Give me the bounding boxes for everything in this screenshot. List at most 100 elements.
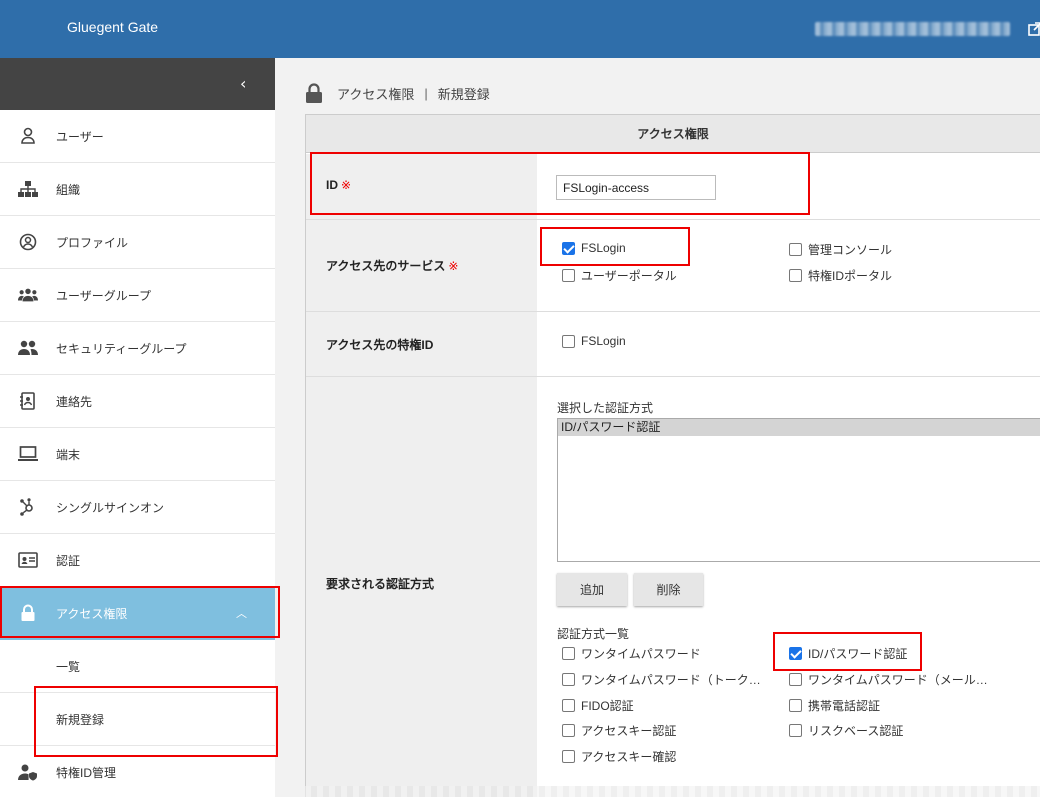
checkbox[interactable] <box>789 699 802 712</box>
add-button[interactable]: 追加 <box>557 573 627 606</box>
service-checkbox-user-portal[interactable]: ユーザーポータル <box>562 267 677 284</box>
sidebar-item-label: 特権ID管理 <box>56 765 117 780</box>
checkbox-label: ユーザーポータル <box>581 269 677 283</box>
checkbox-label: ワンタイムパスワード <box>581 647 701 661</box>
external-link-icon[interactable] <box>1027 21 1040 37</box>
checkbox[interactable] <box>562 673 575 686</box>
sidebar-item-user-groups[interactable]: ユーザーグループ <box>0 269 275 322</box>
sidebar-item-label: 端末 <box>56 447 81 462</box>
sidebar-item-label: プロファイル <box>56 235 129 250</box>
masked-user-name[interactable] <box>815 22 1010 36</box>
priv-ids-label: アクセス先の特権ID <box>326 338 434 352</box>
sidebar-item-contacts[interactable]: 連絡先 <box>0 375 275 428</box>
breadcrumb-current: 新規登録 <box>437 86 490 102</box>
sidebar-item-label: 組織 <box>56 182 81 197</box>
hub-icon <box>18 497 38 517</box>
checkbox[interactable] <box>789 724 802 737</box>
id-label: ID ※ <box>326 178 351 192</box>
user-shield-icon <box>18 762 38 782</box>
method-checkbox-access-key-confirm[interactable]: アクセスキー確認 <box>562 748 676 765</box>
selected-methods-label: 選択した認証方式 <box>557 401 654 415</box>
checkbox[interactable] <box>562 647 575 660</box>
sidebar: ‹ ユーザー 組織 プロファイル ユーザーグループ セキュリティーグループ 連絡… <box>0 58 275 797</box>
lock-icon <box>306 83 322 103</box>
sidebar-item-access-new[interactable]: 新規登録 <box>0 693 275 746</box>
sidebar-item-access[interactable]: アクセス権限 ︿ <box>0 587 275 640</box>
method-checkbox-otp-token[interactable]: ワンタイムパスワード（トーク… <box>562 671 761 688</box>
priv-id-checkbox-fslogin[interactable]: FSLogin <box>562 334 626 348</box>
id-input[interactable] <box>556 175 716 200</box>
remove-button[interactable]: 削除 <box>634 573 703 606</box>
required-mark: ※ <box>341 178 352 192</box>
id-card-icon <box>18 550 38 570</box>
sidebar-item-users[interactable]: ユーザー <box>0 110 275 163</box>
checkbox[interactable] <box>562 334 575 348</box>
form-row-auth-methods: 要求される認証方式 選択した認証方式 ID/パスワード認証 追加 削除 認証方式… <box>306 377 1040 797</box>
sidebar-item-label: 新規登録 <box>56 712 105 727</box>
method-checkbox-otp-mail[interactable]: ワンタイムパスワード（メール… <box>789 671 988 688</box>
laptop-icon <box>18 444 38 464</box>
service-checkbox-priv-portal[interactable]: 特権IDポータル <box>789 267 892 284</box>
checkbox-label: 管理コンソール <box>808 243 893 257</box>
checkbox[interactable] <box>562 724 575 737</box>
sidebar-item-label: 連絡先 <box>56 394 93 409</box>
checkbox[interactable] <box>562 269 575 282</box>
form-row-priv-ids: アクセス先の特権ID FSLogin <box>306 312 1040 377</box>
method-checkbox-fido[interactable]: FIDO認証 <box>562 697 634 714</box>
method-checkbox-otp[interactable]: ワンタイムパスワード <box>562 645 701 662</box>
selected-methods-listbox[interactable]: ID/パスワード認証 <box>557 418 1040 562</box>
checkbox[interactable] <box>789 243 802 256</box>
auth-methods-label: 要求される認証方式 <box>326 577 435 591</box>
checkbox[interactable] <box>789 673 802 686</box>
access-form-card: アクセス権限 ID※ アクセス先のサービス※ FSLogin 管理コンソール ユ… <box>305 114 1040 797</box>
checkbox-label: ワンタイムパスワード（トーク… <box>581 673 761 687</box>
checkbox-label: リスクベース認証 <box>808 724 904 738</box>
sidebar-item-label: ユーザーグループ <box>56 288 152 303</box>
sidebar-item-label: ユーザー <box>56 129 104 144</box>
sidebar-item-label: シングルサインオン <box>56 500 165 515</box>
card-title: アクセス権限 <box>306 115 1040 153</box>
checkbox[interactable] <box>789 269 802 282</box>
sidebar-item-priv-id[interactable]: 特権ID管理 <box>0 746 275 797</box>
form-row-id: ID ※ <box>306 154 1040 220</box>
checkbox-label: ワンタイムパスワード（メール… <box>808 673 988 687</box>
sidebar-item-auth[interactable]: 認証 <box>0 534 275 587</box>
sidebar-item-devices[interactable]: 端末 <box>0 428 275 481</box>
people-icon <box>18 338 38 358</box>
method-checkbox-risk-based[interactable]: リスクベース認証 <box>789 722 903 739</box>
checkbox-checked[interactable] <box>789 647 802 660</box>
checkbox[interactable] <box>562 699 575 712</box>
sidebar-item-sso[interactable]: シングルサインオン <box>0 481 275 534</box>
sidebar-item-security-groups[interactable]: セキュリティーグループ <box>0 322 275 375</box>
lock-icon <box>18 603 38 623</box>
required-mark: ※ <box>448 259 459 273</box>
service-checkbox-admin-console[interactable]: 管理コンソール <box>789 241 892 258</box>
chevron-left-icon[interactable]: ‹ <box>240 74 246 93</box>
checkbox[interactable] <box>562 750 575 763</box>
method-checkbox-access-key[interactable]: アクセスキー認証 <box>562 722 676 739</box>
method-checkbox-mobile[interactable]: 携帯電話認証 <box>789 697 880 714</box>
sidebar-item-access-list[interactable]: 一覧 <box>0 640 275 693</box>
sidebar-item-org[interactable]: 組織 <box>0 163 275 216</box>
sidebar-item-label: アクセス権限 <box>56 606 128 621</box>
method-list-label: 認証方式一覧 <box>557 627 630 641</box>
top-header: Gluegent Gate <box>0 0 1040 58</box>
sidebar-collapse-bar[interactable]: ‹ <box>0 58 275 110</box>
form-row-services: アクセス先のサービス ※ FSLogin 管理コンソール ユーザーポータル 特権I… <box>306 220 1040 312</box>
breadcrumb: アクセス権限 | 新規登録 <box>305 83 490 103</box>
checkbox-label: アクセスキー認証 <box>581 724 677 738</box>
sidebar-item-label: セキュリティーグループ <box>56 341 187 356</box>
breadcrumb-separator: | <box>424 85 428 101</box>
checkbox-label: 携帯電話認証 <box>808 699 881 713</box>
service-checkbox-fslogin[interactable]: FSLogin <box>562 241 626 255</box>
method-checkbox-id-password[interactable]: ID/パスワード認証 <box>789 645 907 662</box>
group-icon <box>18 285 38 305</box>
checkbox-checked[interactable] <box>562 241 575 255</box>
sidebar-item-profile[interactable]: プロファイル <box>0 216 275 269</box>
checkbox-label: ID/パスワード認証 <box>808 647 908 661</box>
breadcrumb-section[interactable]: アクセス権限 <box>337 84 414 103</box>
services-label-text: アクセス先のサービス <box>326 259 446 273</box>
sidebar-item-label: 一覧 <box>56 659 81 674</box>
chevron-up-icon[interactable]: ︿ <box>236 605 247 621</box>
selected-method-option[interactable]: ID/パスワード認証 <box>558 419 1040 436</box>
